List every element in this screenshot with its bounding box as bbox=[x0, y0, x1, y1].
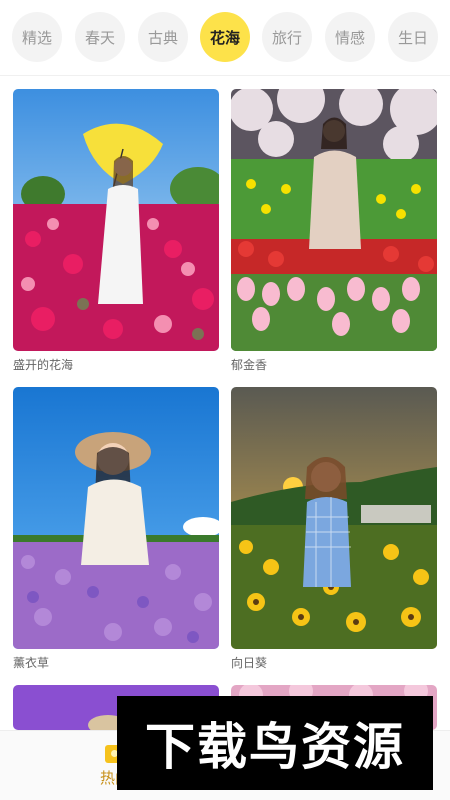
watermark-banner: 下载鸟资源 bbox=[117, 696, 433, 790]
category-label: 旅行 bbox=[271, 28, 302, 47]
category-label: 春天 bbox=[84, 28, 115, 47]
category-label: 生日 bbox=[397, 28, 428, 47]
category-label: 精选 bbox=[21, 28, 52, 47]
category-tab-jingxuan[interactable]: 精选 bbox=[12, 12, 62, 62]
category-label: 花海 bbox=[209, 28, 240, 47]
template-card[interactable]: 盛开的花海 bbox=[13, 89, 219, 373]
watermark-text: 下载鸟资源 bbox=[145, 718, 405, 776]
category-label: 古典 bbox=[147, 28, 178, 47]
template-title: 郁金香 bbox=[231, 358, 268, 372]
category-tab-lvxing[interactable]: 旅行 bbox=[262, 12, 312, 62]
template-card[interactable]: 薰衣草 bbox=[13, 387, 219, 671]
template-thumbnail[interactable] bbox=[231, 89, 437, 351]
category-tab-shengri[interactable]: 生日 bbox=[388, 12, 438, 62]
template-thumbnail[interactable] bbox=[231, 387, 437, 649]
category-label: 情感 bbox=[334, 28, 365, 47]
category-tab-chuntian[interactable]: 春天 bbox=[75, 12, 125, 62]
template-card[interactable]: 郁金香 bbox=[231, 89, 437, 373]
template-title: 盛开的花海 bbox=[13, 358, 74, 372]
category-tab-huahai[interactable]: 花海 bbox=[200, 12, 250, 62]
template-thumbnail[interactable] bbox=[13, 89, 219, 351]
template-card[interactable]: 向日葵 bbox=[231, 387, 437, 671]
template-title: 向日葵 bbox=[231, 656, 268, 670]
category-tab-gudian[interactable]: 古典 bbox=[138, 12, 188, 62]
category-bar: 精选 春天 古典 花海 旅行 情感 生日 bbox=[0, 0, 450, 76]
template-thumbnail[interactable] bbox=[13, 387, 219, 649]
category-tab-qinggan[interactable]: 情感 bbox=[325, 12, 375, 62]
template-title: 薰衣草 bbox=[13, 656, 50, 670]
